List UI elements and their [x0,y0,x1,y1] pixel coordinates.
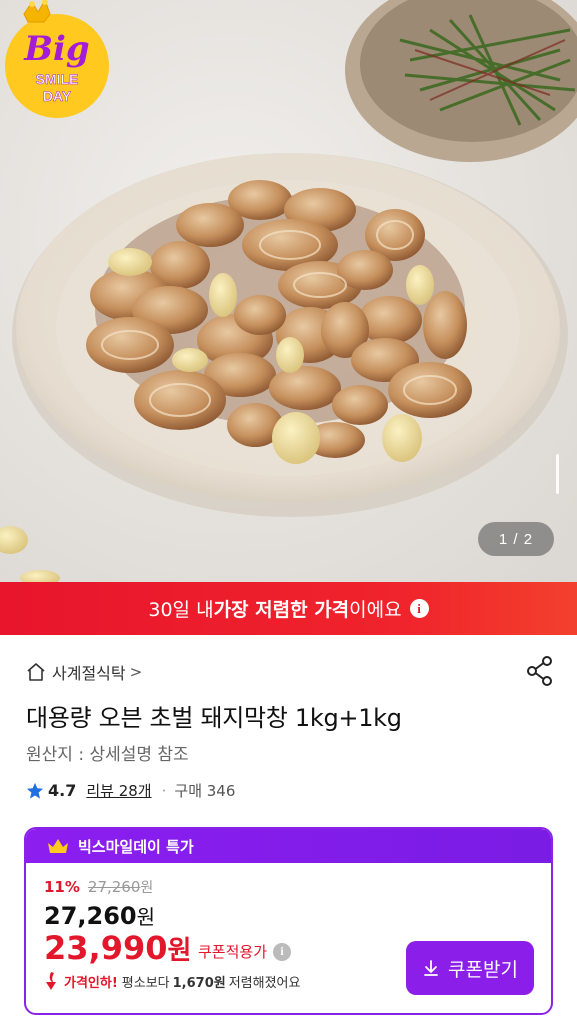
price-card-title: 빅스마일데이 특가 [78,837,194,856]
banner-suffix: 이에요 [349,599,402,621]
banner-prefix: 30일 내 [148,599,214,621]
price-drop-label: 가격인하! [64,975,118,991]
original-price: 27,260 [87,878,141,896]
download-icon [424,960,438,976]
coupon-price-value: 23,990 [44,929,168,967]
rating-score: 4.7 [48,781,77,800]
coupon-price-won: 원 [167,936,192,966]
original-price-won: 원 [140,880,154,896]
review-link[interactable]: 리뷰 28개 [86,780,151,801]
product-origin: 원산지 : 상세설명 참조 [26,745,189,765]
lowest-price-banner[interactable]: 30일 내 가장 저렴한 가격 이에요 i [0,582,577,635]
discount-row: 11% 27,260 원 [44,877,153,897]
big-smile-day-badge: Big SMILE DAY [5,0,109,118]
coupon-applied-text: 쿠폰적용가 [198,943,268,961]
breadcrumb[interactable]: 사계절식탁 > [26,660,142,684]
sale-price-won: 원 [136,905,156,929]
chevron-right-icon: > [129,663,143,681]
svg-text:DAY: DAY [43,88,72,104]
price-drop-amount: 1,670원 [172,975,226,991]
discount-percent: 11% [44,878,80,896]
banner-highlight: 가장 저렴한 가격 [213,599,350,621]
breadcrumb-category[interactable]: 사계절식탁 [52,660,126,684]
separator: · [161,781,167,800]
scroll-indicator [556,454,559,494]
price-drop-notice: 가격인하! 평소보다 1,670원 저렴해졌어요 [42,971,300,991]
sale-price: 27,260원 [44,901,155,930]
crown-icon [48,839,68,853]
star-icon [26,782,44,799]
image-counter: 1 / 2 [478,522,554,556]
info-icon[interactable]: i [409,599,429,618]
home-icon [27,663,45,681]
price-card: 빅스마일데이 특가 11% 27,260 원 27,260원 23,990원 쿠폰… [24,827,553,1015]
get-coupon-label: 쿠폰받기 [448,958,518,981]
price-drop-text1: 평소보다 [121,975,170,991]
product-title: 대용량 오븐 초벌 돼지막창 1kg+1kg [26,704,402,732]
coupon-applied-label: 쿠폰적용가 i [198,941,292,962]
price-drop-text2: 저렴해졌어요 [228,975,301,991]
svg-text:Big: Big [23,29,89,69]
coupon-price: 23,990원 [44,929,191,967]
svg-text:SMILE: SMILE [36,71,79,87]
info-icon[interactable]: i [273,942,292,961]
arrow-down-icon [46,972,56,990]
rating-row: 4.7 리뷰 28개 · 구매 346 [26,780,235,801]
purchase-count: 구매 346 [174,782,236,800]
get-coupon-button[interactable]: 쿠폰받기 [406,941,534,995]
share-icon[interactable] [526,656,554,686]
product-image-carousel[interactable]: Big SMILE DAY 1 / 2 [0,0,577,582]
sale-price-value: 27,260 [44,902,137,930]
price-card-header: 빅스마일데이 특가 [26,829,551,863]
